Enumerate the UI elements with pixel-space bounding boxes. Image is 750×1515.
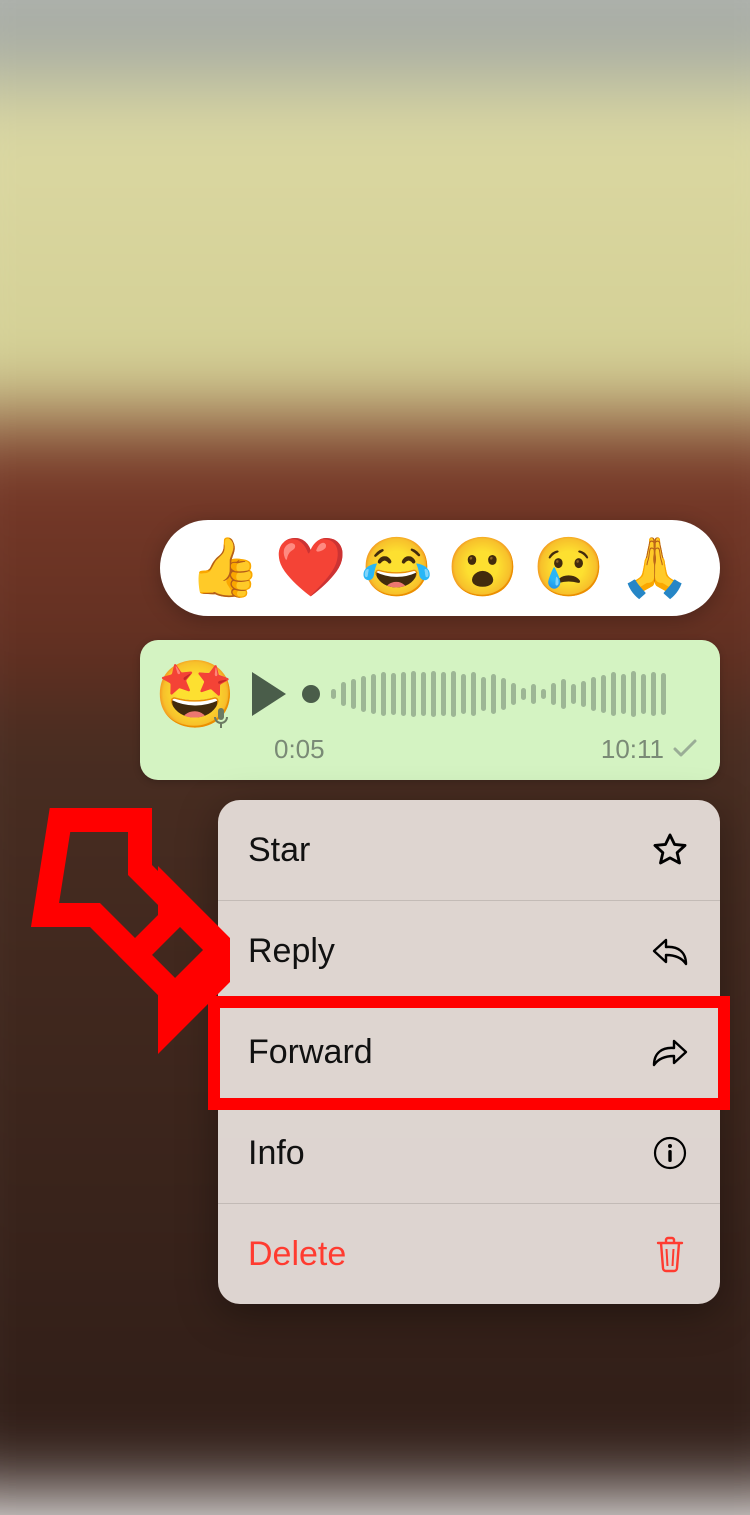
playhead-dot [302, 685, 320, 703]
star-icon [650, 830, 690, 870]
annotation-arrow [20, 800, 230, 1060]
menu-item-label: Info [248, 1134, 305, 1173]
forward-icon [650, 1032, 690, 1072]
menu-item-label: Reply [248, 932, 335, 971]
menu-item-delete[interactable]: Delete [218, 1204, 720, 1304]
message-timestamp: 10:11 [601, 734, 664, 765]
reaction-laughing[interactable]: 😂 [361, 539, 433, 597]
sender-avatar: 🤩 [154, 661, 236, 727]
reaction-bar: 👍 ❤️ 😂 😮 😢 🙏 [160, 520, 720, 616]
menu-item-label: Star [248, 831, 310, 870]
menu-item-reply[interactable]: Reply [218, 901, 720, 1002]
voice-message-bubble[interactable]: 🤩 [140, 640, 720, 780]
menu-item-star[interactable]: Star [218, 800, 720, 901]
info-icon [650, 1133, 690, 1173]
trash-icon [650, 1234, 690, 1274]
delivery-check-icon [672, 734, 698, 765]
audio-waveform[interactable] [302, 664, 698, 724]
microphone-icon [212, 707, 230, 733]
reaction-crying[interactable]: 😢 [533, 539, 605, 597]
menu-item-forward[interactable]: Forward [218, 1002, 720, 1103]
reaction-thumbs-up[interactable]: 👍 [189, 539, 261, 597]
menu-item-label: Delete [248, 1235, 346, 1274]
reaction-heart[interactable]: ❤️ [275, 539, 347, 597]
voice-duration: 0:05 [274, 734, 325, 765]
menu-item-info[interactable]: Info [218, 1103, 720, 1204]
reaction-pray[interactable]: 🙏 [619, 539, 691, 597]
message-context-menu: Star Reply Forward I [218, 800, 720, 1304]
reaction-surprised[interactable]: 😮 [447, 539, 519, 597]
menu-item-label: Forward [248, 1033, 373, 1072]
play-button[interactable] [252, 672, 286, 716]
reply-icon [650, 931, 690, 971]
